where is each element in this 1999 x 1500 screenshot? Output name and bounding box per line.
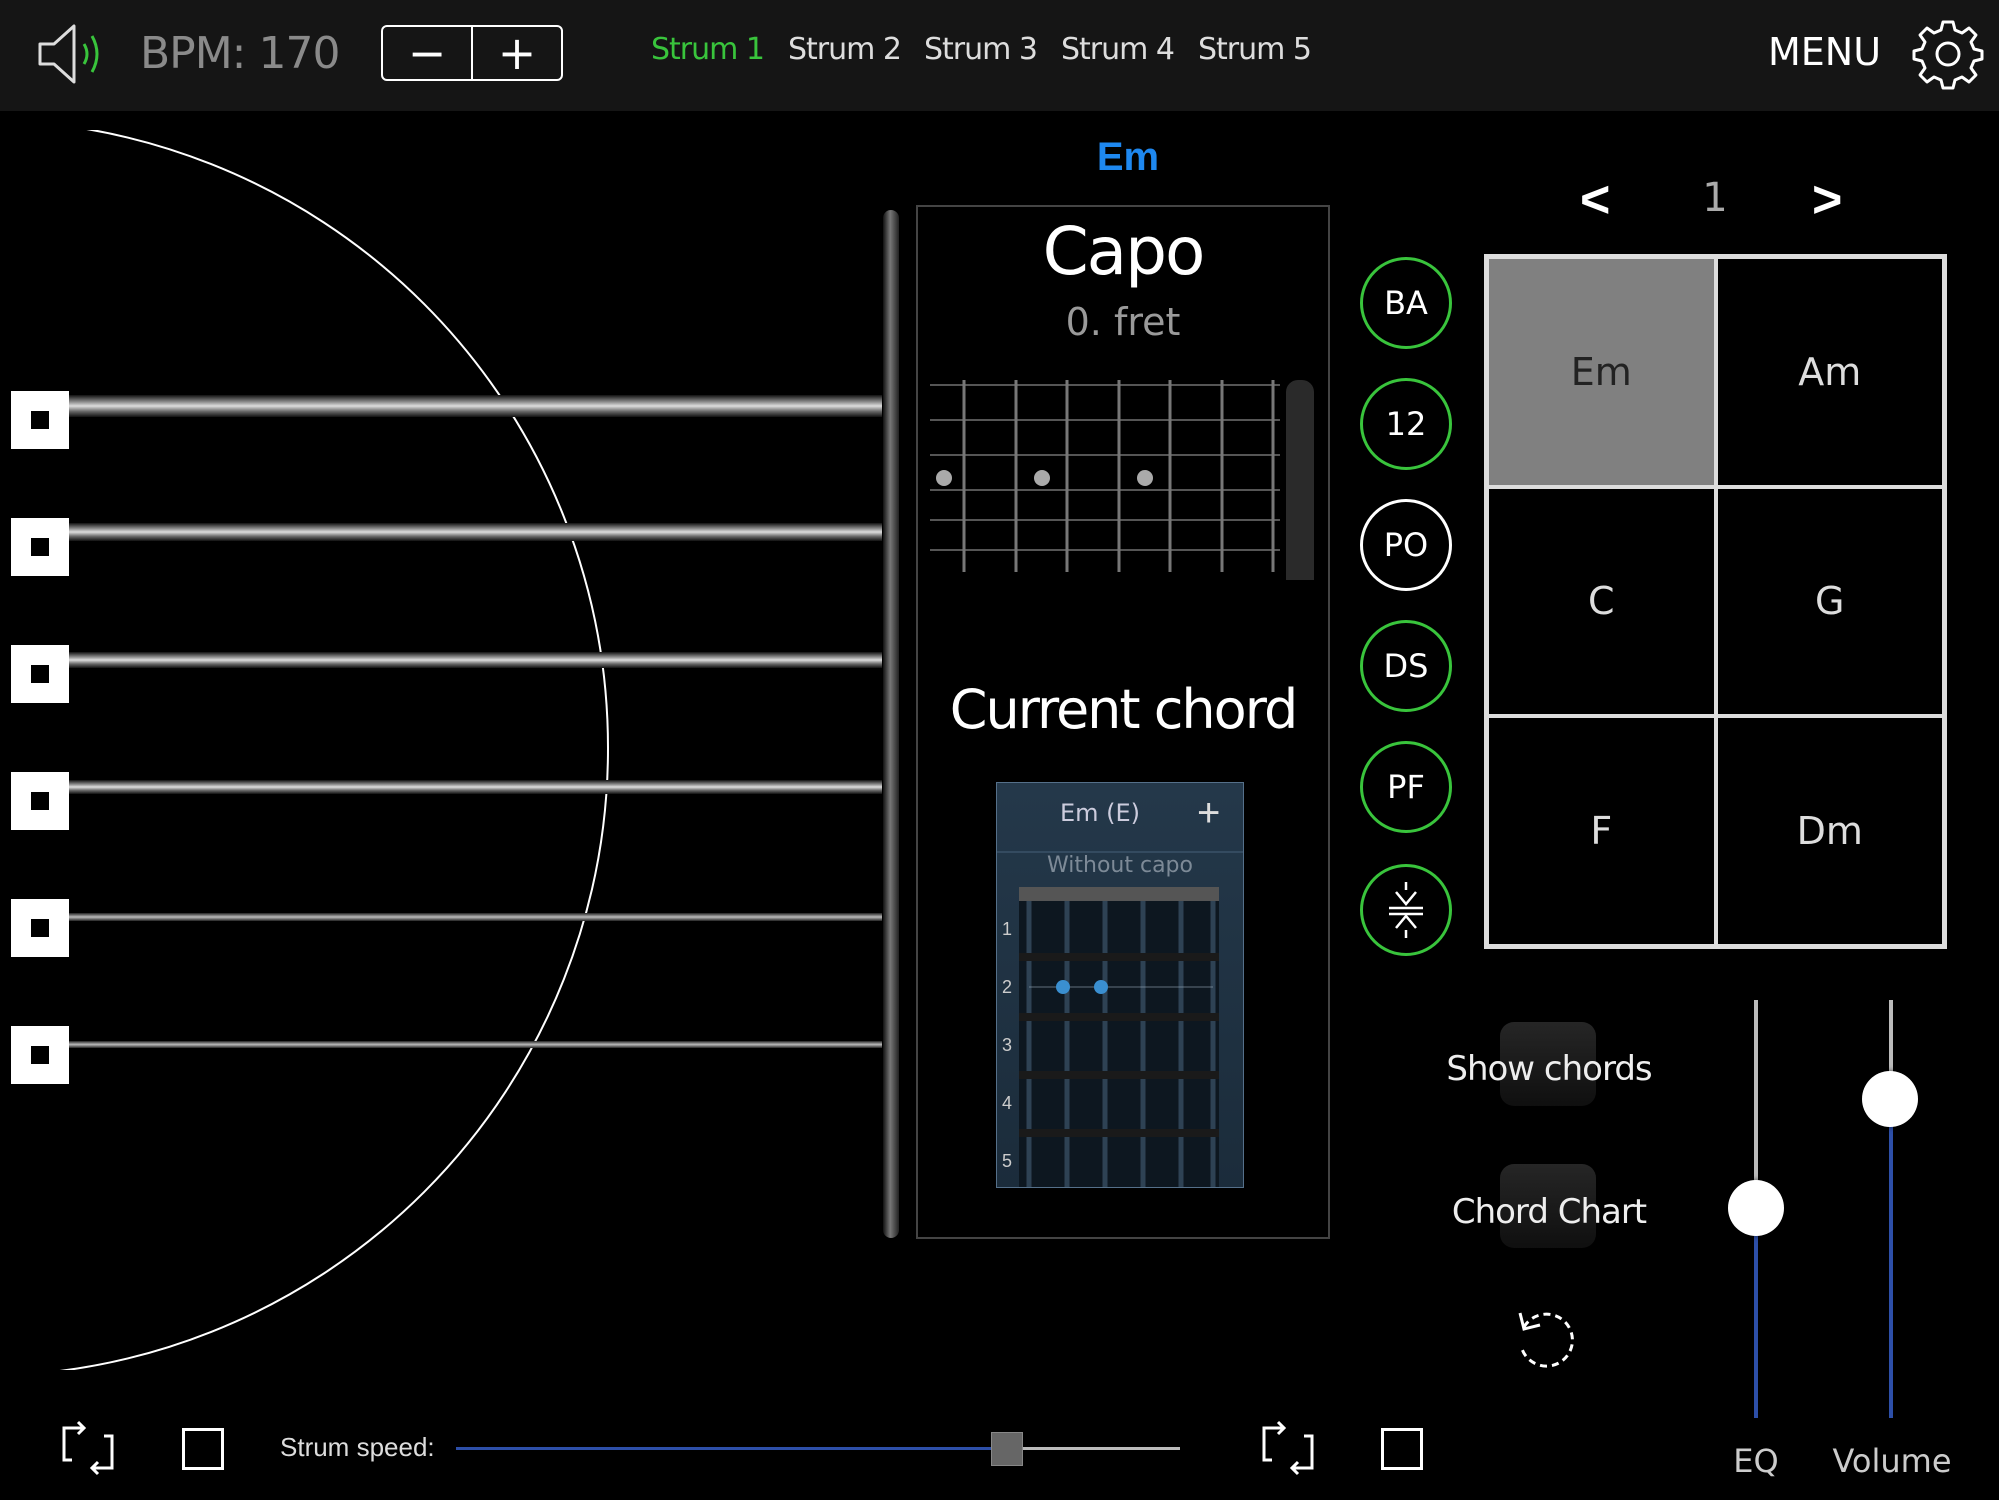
- chord-cell-dm[interactable]: Dm: [1715, 716, 1944, 946]
- volume-slider-track-lower: [1889, 1098, 1893, 1418]
- eq-slider-knob[interactable]: [1728, 1180, 1784, 1236]
- loop-icon[interactable]: [58, 1420, 118, 1476]
- eq-label: EQ: [1733, 1442, 1779, 1480]
- mode-button-ds[interactable]: DS: [1360, 620, 1452, 712]
- gear-icon[interactable]: [1910, 16, 1986, 92]
- bpm-decrease-button[interactable]: −: [383, 26, 473, 80]
- guitar-string-3[interactable]: [60, 652, 882, 668]
- string-peg-6[interactable]: [11, 1026, 69, 1084]
- tab-strum-1[interactable]: Strum 1: [651, 32, 765, 67]
- tab-strum-4[interactable]: Strum 4: [1061, 32, 1175, 67]
- tab-strum-2[interactable]: Strum 2: [788, 32, 902, 67]
- fret-marker-dot: [1034, 470, 1050, 486]
- page-number: 1: [1702, 175, 1728, 221]
- string-peg-3[interactable]: [11, 645, 69, 703]
- stop-icon[interactable]: [182, 1428, 224, 1470]
- volume-slider-knob[interactable]: [1862, 1071, 1918, 1127]
- chord-diagram-subheader: Without capo: [1047, 853, 1193, 878]
- eq-slider-track-upper: [1754, 1000, 1758, 1208]
- finger-dot: [1094, 980, 1108, 994]
- previous-page-button[interactable]: <: [1580, 170, 1610, 230]
- mode-button-ba[interactable]: BA: [1360, 257, 1452, 349]
- add-icon[interactable]: +: [1197, 791, 1220, 836]
- chord-cell-c[interactable]: C: [1487, 486, 1716, 717]
- loop-icon[interactable]: [1258, 1420, 1318, 1476]
- string-peg-1[interactable]: [11, 391, 69, 449]
- string-peg-4[interactable]: [11, 772, 69, 830]
- volume-label: Volume: [1832, 1442, 1952, 1480]
- mode-button-pf[interactable]: PF: [1360, 741, 1452, 833]
- chord-cell-am[interactable]: Am: [1715, 257, 1944, 487]
- speaker-icon[interactable]: [36, 18, 116, 90]
- swap-icon: [1389, 882, 1423, 938]
- guitar-string-2[interactable]: [60, 523, 882, 541]
- capo-scroll-handle: [1286, 380, 1314, 580]
- mode-button-po[interactable]: PO: [1360, 499, 1452, 591]
- capo-fretboard[interactable]: [930, 380, 1314, 580]
- show-chords-label: Show chords: [1446, 1049, 1652, 1089]
- string-peg-2[interactable]: [11, 518, 69, 576]
- fret-marker-dot: [1137, 470, 1153, 486]
- strum-speed-slider-thumb[interactable]: [991, 1432, 1024, 1466]
- string-peg-5[interactable]: [11, 899, 69, 957]
- strum-speed-track-empty: [1006, 1447, 1180, 1450]
- bpm-increase-button[interactable]: +: [473, 26, 561, 80]
- nut-rail: [883, 210, 899, 1238]
- tab-strum-3[interactable]: Strum 3: [924, 32, 1038, 67]
- swap-button[interactable]: [1360, 864, 1452, 956]
- guitar-string-1[interactable]: [60, 395, 882, 417]
- capo-title: Capo: [1042, 213, 1206, 290]
- tab-strum-5[interactable]: Strum 5: [1198, 32, 1312, 67]
- fret-number-5: 5: [1002, 1151, 1013, 1171]
- guitar-string-5[interactable]: [60, 913, 882, 921]
- mode-button-12[interactable]: 12: [1360, 378, 1452, 470]
- bpm-stepper: − +: [381, 25, 563, 81]
- fret-number-2: 2: [1002, 977, 1013, 997]
- chord-diagram[interactable]: Em (E) + Without capo 1 2 3 4 5: [996, 782, 1244, 1188]
- fret-number-4: 4: [1002, 1093, 1013, 1113]
- guitar-string-4[interactable]: [60, 780, 882, 794]
- soundhole-outline: [58, 130, 609, 1370]
- chord-cell-em[interactable]: Em: [1487, 257, 1716, 487]
- eq-slider-track-lower: [1754, 1208, 1758, 1418]
- strum-speed-label: Strum speed:: [280, 1432, 435, 1462]
- chord-grid: Em Am C G F Dm: [1484, 254, 1947, 949]
- chord-cell-g[interactable]: G: [1715, 486, 1944, 717]
- reset-icon[interactable]: [1510, 1305, 1584, 1379]
- chord-cell-f[interactable]: F: [1487, 716, 1716, 946]
- current-chord-title: Current chord: [949, 678, 1298, 741]
- next-page-button[interactable]: >: [1812, 170, 1842, 230]
- bpm-display: BPM: 170: [140, 28, 340, 79]
- menu-button[interactable]: MENU: [1768, 30, 1881, 74]
- chord-diagram-fretboard: [1019, 887, 1219, 1187]
- fret-number-3: 3: [1002, 1035, 1013, 1055]
- fret-marker-dot: [936, 470, 952, 486]
- chord-diagram-header: Em (E): [1059, 799, 1141, 827]
- capo-fret-label: 0. fret: [1065, 300, 1181, 344]
- finger-dot: [1056, 980, 1070, 994]
- fret-number-1: 1: [1002, 919, 1013, 939]
- strum-speed-track-filled: [456, 1447, 1007, 1450]
- chord-chart-label: Chord Chart: [1451, 1192, 1647, 1232]
- stop-icon[interactable]: [1381, 1428, 1423, 1470]
- current-chord-name: Em: [1096, 135, 1160, 179]
- guitar-string-6[interactable]: [60, 1041, 882, 1048]
